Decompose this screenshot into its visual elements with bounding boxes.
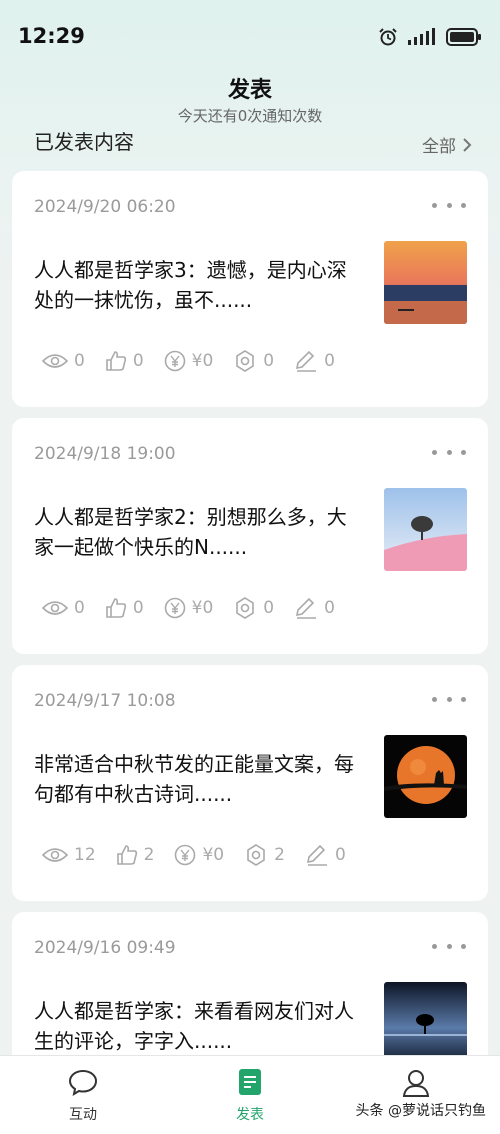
article-title: 人人都是哲学家：来看看网友们对人生的评论，字字入...... — [34, 999, 354, 1053]
eye-icon — [42, 354, 68, 368]
article-card[interactable]: 2024/9/16 09:49 人人都是哲学家：来看看网友们对人生的评论，字字入… — [12, 912, 488, 1072]
reward-amount: ¥0 — [191, 351, 214, 371]
views-stat: 0 — [42, 598, 85, 618]
shares-count: 2 — [274, 845, 285, 865]
more-options-icon[interactable] — [432, 689, 466, 709]
article-title: 人人都是哲学家2：别想那么多，大家一起做个快乐的N...... — [34, 505, 347, 559]
article-stats: 12 2 ¥0 2 0 — [42, 843, 366, 867]
thumbs-up-icon — [106, 351, 126, 371]
comments-stat: 0 — [305, 844, 346, 866]
pencil-icon — [306, 844, 327, 866]
comments-stat: 0 — [294, 350, 335, 372]
share-icon — [236, 350, 255, 372]
more-options-icon[interactable] — [432, 195, 466, 215]
pencil-icon — [296, 350, 317, 372]
views-stat: 0 — [42, 351, 85, 371]
document-icon — [239, 1069, 261, 1095]
likes-stat: 0 — [105, 350, 144, 372]
views-stat: 12 — [42, 845, 96, 865]
eye-icon — [42, 601, 68, 615]
shares-stat: 2 — [244, 843, 285, 867]
comments-count: 0 — [324, 351, 335, 371]
thumbs-up-icon — [106, 598, 126, 618]
thumbs-up-icon — [116, 845, 137, 865]
more-options-icon[interactable] — [432, 442, 466, 462]
bottom-tab-bar: 互动 发表 — [0, 1055, 500, 1134]
views-count: 0 — [74, 351, 85, 371]
comments-count: 0 — [324, 598, 335, 618]
more-options-icon[interactable] — [432, 936, 466, 956]
alarm-icon — [379, 28, 397, 46]
article-thumbnail — [384, 982, 467, 1065]
reward-stat: ¥0 — [164, 350, 214, 372]
chat-icon — [68, 1069, 98, 1097]
status-bar: 12:29 — [0, 0, 500, 70]
reward-stat: ¥0 — [164, 597, 214, 619]
article-thumbnail — [384, 735, 467, 818]
article-date: 2024/9/18 19:00 — [34, 444, 176, 464]
section-title: 已发表内容 — [34, 130, 134, 154]
chevron-right-icon — [463, 137, 472, 152]
pencil-icon — [296, 597, 317, 619]
likes-count: 2 — [143, 845, 155, 865]
tab-label: 互动 — [69, 1107, 97, 1123]
views-count: 0 — [74, 598, 85, 618]
view-all-link[interactable]: 全部 — [422, 132, 472, 156]
notification-count-text: 今天还有0次通知次数 — [177, 107, 323, 125]
article-date: 2024/9/16 09:49 — [34, 938, 176, 958]
views-count: 12 — [74, 845, 96, 865]
person-icon — [402, 1070, 430, 1097]
view-all-label: 全部 — [422, 137, 456, 156]
article-stats: 0 0 ¥0 0 0 — [42, 596, 355, 620]
article-thumbnail — [384, 488, 467, 571]
yuan-coin-icon — [164, 597, 185, 619]
tab-label: 发表 — [236, 1107, 264, 1123]
likes-stat: 2 — [116, 844, 155, 866]
status-time: 12:29 — [18, 24, 85, 48]
yuan-coin-icon — [175, 844, 196, 866]
shares-stat: 0 — [233, 596, 274, 620]
reward-amount: ¥0 — [191, 598, 214, 618]
article-card[interactable]: 2024/9/18 19:00 人人都是哲学家2：别想那么多，大家一起做个快乐的… — [12, 418, 488, 654]
shares-count: 0 — [263, 598, 275, 618]
yuan-coin-icon — [164, 350, 185, 372]
likes-count: 0 — [132, 351, 144, 371]
shares-count: 0 — [263, 351, 275, 371]
reward-amount: ¥0 — [202, 845, 225, 865]
shares-stat: 0 — [233, 349, 274, 373]
article-card[interactable]: 2024/9/17 10:08 非常适合中秋节发的正能量文案，每句都有中秋古诗词… — [12, 665, 488, 901]
tab-interaction[interactable]: 互动 — [23, 1068, 143, 1124]
share-icon — [236, 597, 255, 619]
article-stats: 0 0 ¥0 0 0 — [42, 349, 355, 373]
comments-count: 0 — [334, 845, 346, 865]
signal-icon — [408, 28, 435, 45]
article-card[interactable]: 2024/9/20 06:20 人人都是哲学家3：遗憾，是内心深处的一抹忧伤，虽… — [12, 171, 488, 407]
comments-stat: 0 — [294, 597, 335, 619]
watermark-text: 头条 @萝说话只钓鱼 — [355, 1103, 486, 1119]
share-icon — [247, 844, 265, 866]
page-title: 发表 — [227, 78, 272, 103]
battery-icon — [446, 28, 481, 46]
likes-stat: 0 — [105, 597, 144, 619]
published-section-header: 已发表内容 全部 — [0, 128, 500, 156]
status-icons — [378, 24, 482, 50]
article-title: 非常适合中秋节发的正能量文案，每句都有中秋古诗词...... — [34, 752, 354, 806]
likes-count: 0 — [132, 598, 144, 618]
tab-publish[interactable]: 发表 — [190, 1068, 310, 1124]
article-thumbnail — [384, 241, 467, 324]
article-date: 2024/9/20 06:20 — [34, 197, 176, 217]
eye-icon — [42, 848, 68, 862]
reward-stat: ¥0 — [174, 844, 224, 866]
article-title: 人人都是哲学家3：遗憾，是内心深处的一抹忧伤，虽不...... — [34, 258, 347, 312]
article-date: 2024/9/17 10:08 — [34, 691, 176, 711]
